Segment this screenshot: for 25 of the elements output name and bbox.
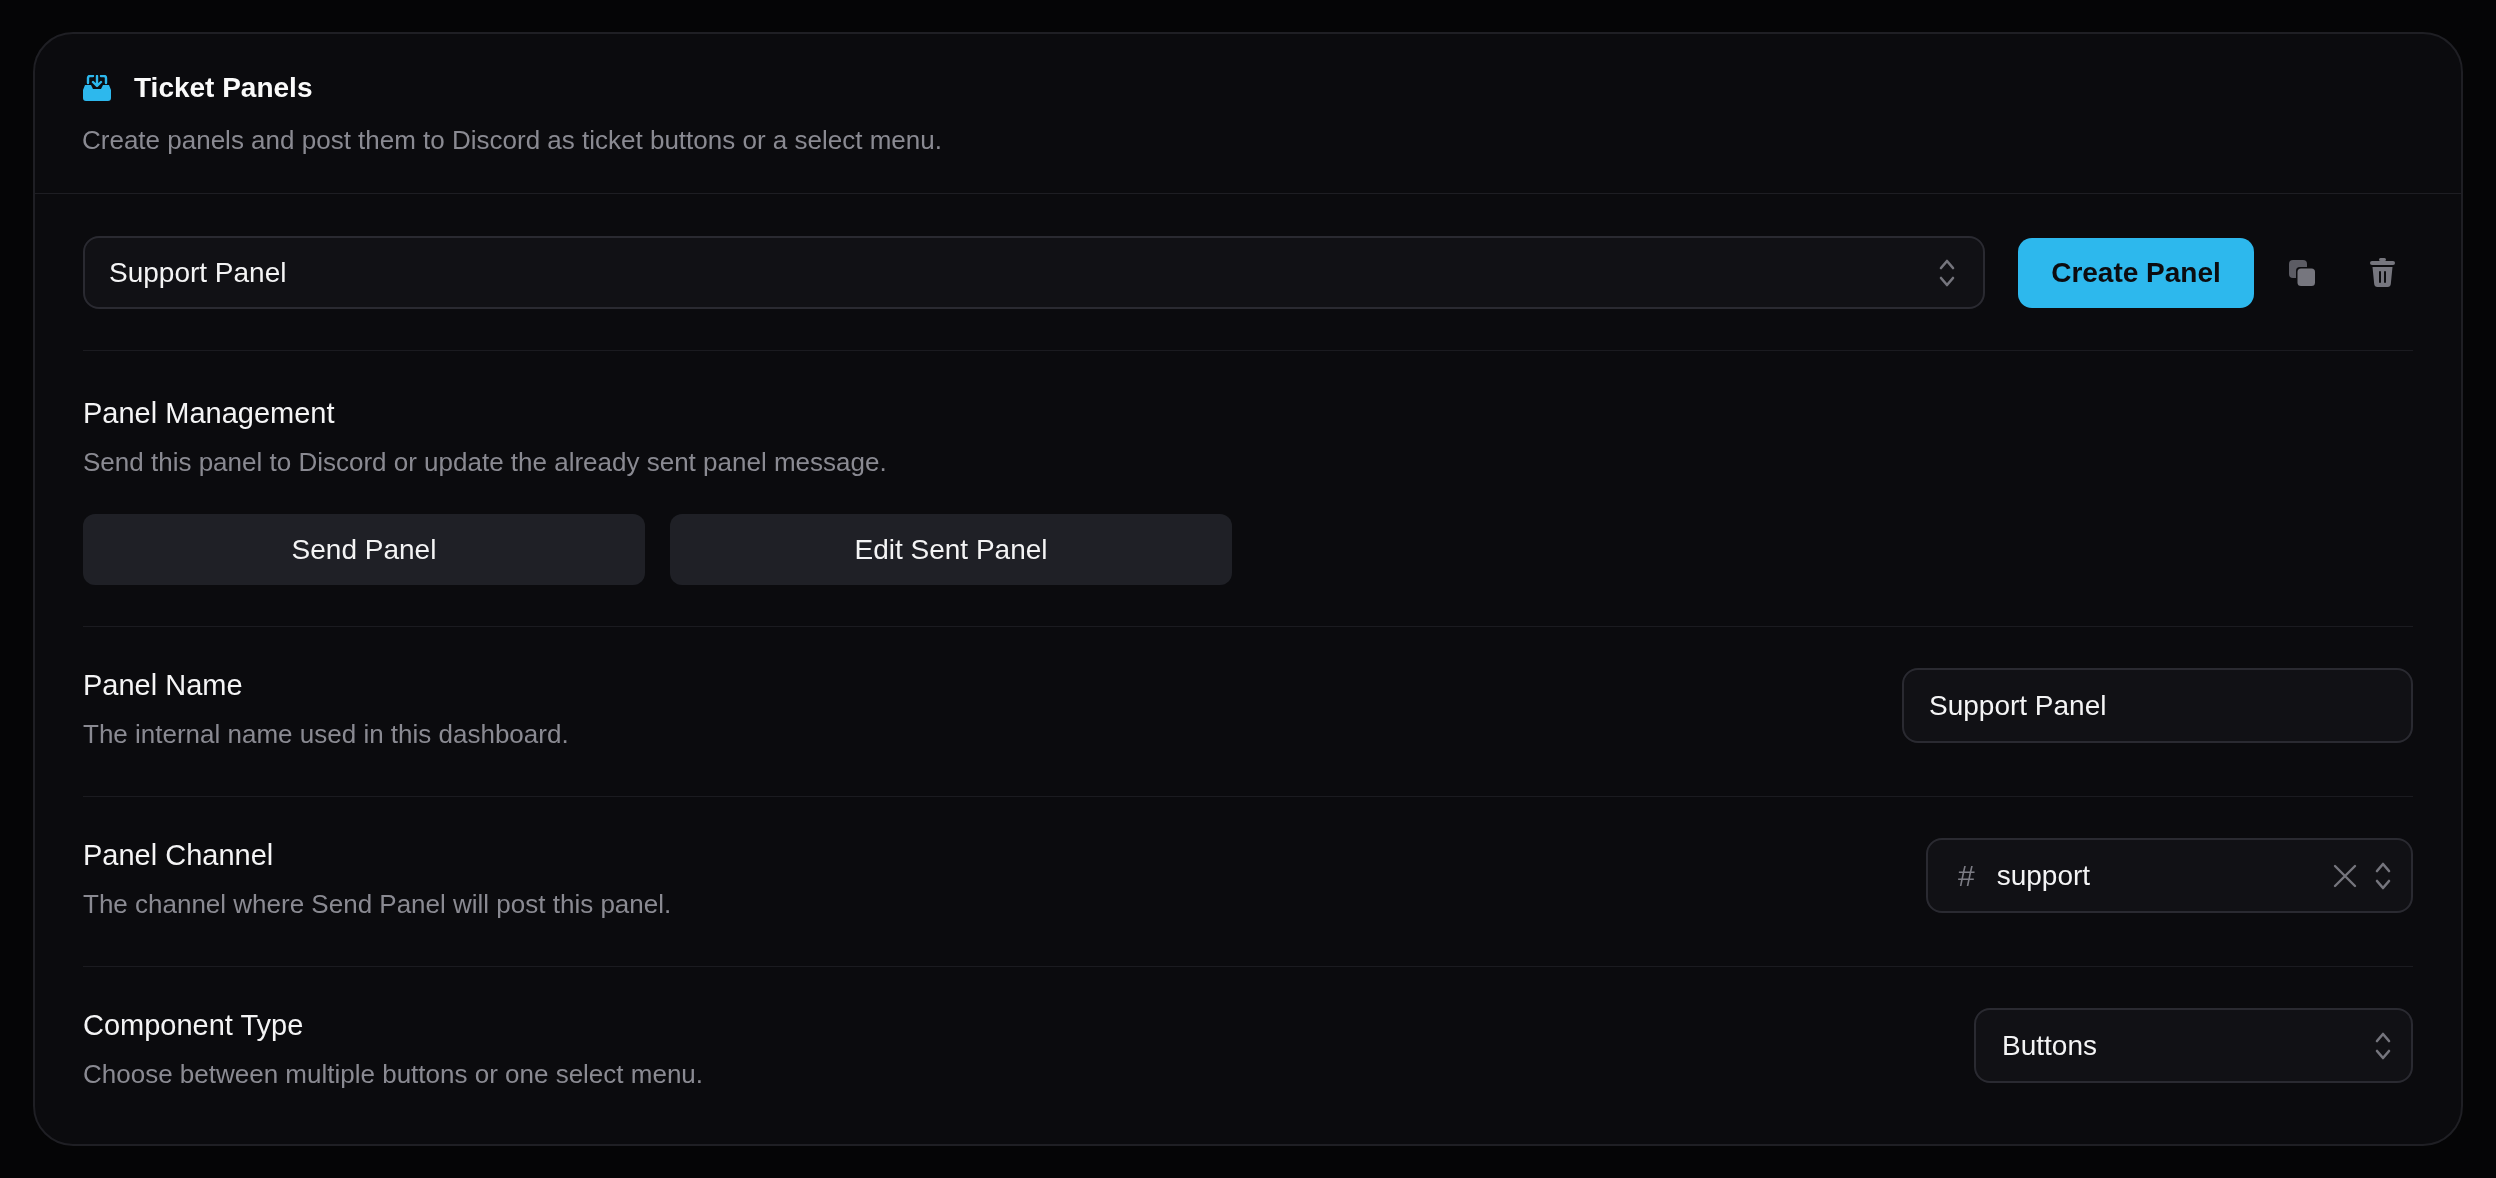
trash-icon (2369, 258, 2395, 287)
channel-select[interactable]: # support (1926, 838, 2413, 913)
setting-title: Component Type (83, 1008, 304, 1042)
section-description: Send this panel to Discord or update the already sent panel message. (83, 446, 887, 478)
setting-description: The channel where Send Panel will post this panel. (83, 888, 672, 920)
setting-title: Panel Name (83, 668, 243, 702)
chevrons-up-down-icon (2375, 861, 2391, 890)
setting-description: The internal name used in this dashboard. (83, 718, 569, 750)
panel-name-input[interactable]: Support Panel (1902, 668, 2413, 743)
chevrons-up-down-icon (2375, 1031, 2391, 1060)
card-title: Ticket Panels (134, 72, 313, 104)
setting-title: Panel Channel (83, 838, 274, 872)
panel-select[interactable]: Support Panel (83, 236, 1985, 309)
panel-action-button[interactable]: Send Panel (83, 514, 645, 585)
chevrons-up-down-icon (1939, 258, 1955, 287)
create-panel-button[interactable]: Create Panel (2018, 237, 2254, 308)
hash-prefix: # (1958, 858, 1975, 894)
section-title: Panel Management (83, 396, 335, 430)
inbox-download-icon (82, 75, 112, 101)
setting-description: Choose between multiple buttons or one select menu. (83, 1058, 704, 1090)
copy-icon (2289, 259, 2315, 286)
card-subtitle: Create panels and post them to Discord as ticket buttons or a select menu. (82, 124, 942, 156)
component-type-select[interactable]: Buttons (1974, 1008, 2413, 1083)
panel-action-button[interactable]: Edit Sent Panel (670, 514, 1232, 585)
clear-icon[interactable] (2333, 863, 2357, 888)
